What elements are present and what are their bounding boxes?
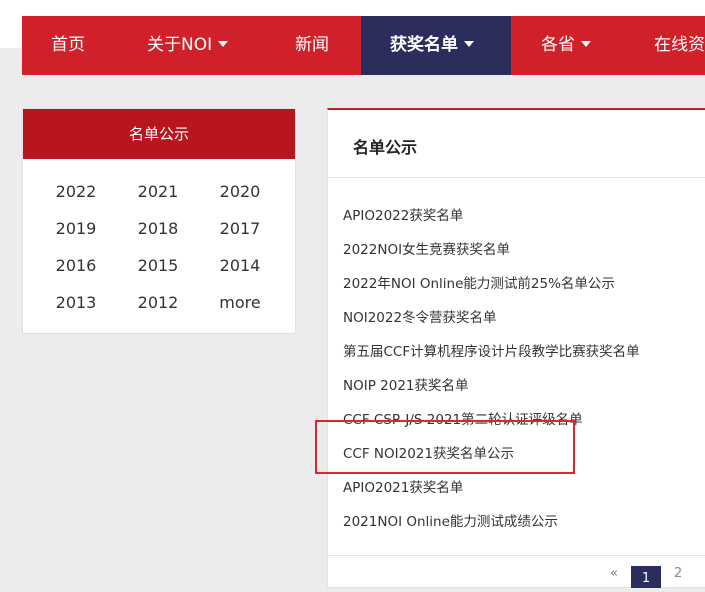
panel-title: 名单公示 [353,138,418,157]
divider [328,555,705,556]
more-link[interactable]: more [200,293,280,312]
year-grid: 2022 2021 2020 2019 2018 2017 2016 2015 … [23,159,295,335]
main-nav: 首页 关于NOI 新闻 获奖名单 各省 在线资 [22,16,705,75]
year-link[interactable]: 2021 [118,182,198,201]
year-link[interactable]: 2020 [200,182,280,201]
nav-news[interactable]: 新闻 [295,16,329,75]
pagination-page[interactable]: 2 [674,566,682,584]
pagination-page-current[interactable]: 1 [631,566,661,588]
year-link[interactable]: 2018 [118,219,198,238]
chevron-down-icon [581,41,591,47]
announcement-panel: 名单公示 APIO2022获奖名单 2022NOI女生竞赛获奖名单 2022年N… [327,108,705,588]
nav-provinces[interactable]: 各省 [541,16,591,75]
sidebar-title: 名单公示 [23,109,295,159]
nav-awards[interactable]: 获奖名单 [361,16,511,75]
year-list-panel: 名单公示 2022 2021 2020 2019 2018 2017 2016 … [22,108,296,334]
nav-about-label: 关于NOI [147,35,213,55]
year-link[interactable]: 2012 [118,293,198,312]
nav-about[interactable]: 关于NOI [147,16,229,75]
nav-awards-label: 获奖名单 [390,35,458,55]
chevron-down-icon [218,41,229,47]
highlight-box [315,420,575,474]
year-link[interactable]: 2015 [118,256,198,275]
year-link[interactable]: 2017 [200,219,280,238]
list-item[interactable]: NOIP 2021获奖名单 [343,374,469,394]
year-link[interactable]: 2022 [36,182,116,201]
chevron-down-icon [464,41,474,47]
year-link[interactable]: 2013 [36,293,116,312]
left-gap [0,16,22,48]
list-item[interactable]: APIO2022获奖名单 [343,204,463,224]
nav-online[interactable]: 在线资 [654,16,705,75]
nav-online-label: 在线资 [654,35,705,55]
list-item[interactable]: 第五届CCF计算机程序设计片段教学比赛获奖名单 [343,340,640,360]
list-item[interactable]: APIO2021获奖名单 [343,476,463,496]
list-item[interactable]: 2021NOI Online能力测试成绩公示 [343,510,558,530]
list-item[interactable]: 2022NOI女生竞赛获奖名单 [343,238,510,258]
divider [328,177,705,178]
nav-news-label: 新闻 [295,35,329,55]
top-strip [0,0,705,16]
year-link[interactable]: 2014 [200,256,280,275]
nav-provinces-label: 各省 [541,35,575,55]
pagination-prev[interactable]: « [610,566,618,584]
nav-home-label: 首页 [51,35,85,55]
list-item[interactable]: 2022年NOI Online能力测试前25%名单公示 [343,272,615,292]
year-link[interactable]: 2016 [36,256,116,275]
nav-home[interactable]: 首页 [51,16,85,75]
year-link[interactable]: 2019 [36,219,116,238]
list-item[interactable]: NOI2022冬令营获奖名单 [343,306,497,326]
